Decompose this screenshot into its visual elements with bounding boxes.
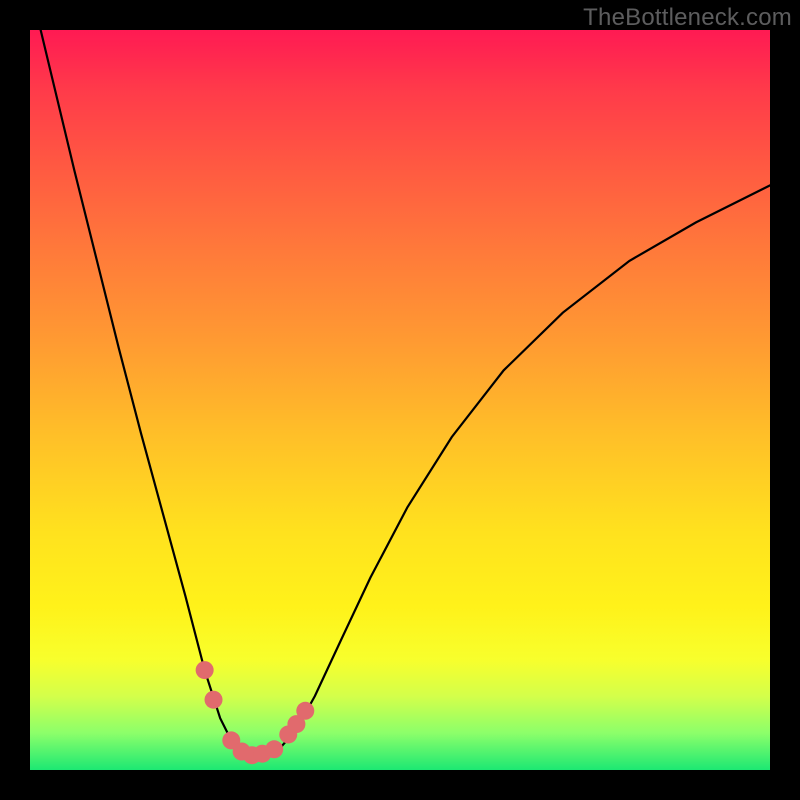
bottleneck-curve [30, 30, 770, 755]
marker-point [296, 702, 314, 720]
watermark-text: TheBottleneck.com [583, 4, 792, 32]
marker-point [265, 740, 283, 758]
plot-area [30, 30, 770, 770]
highlight-markers [196, 661, 315, 764]
marker-point [196, 661, 214, 679]
outer-frame: TheBottleneck.com [0, 0, 800, 800]
marker-point [205, 691, 223, 709]
chart-svg [30, 30, 770, 770]
